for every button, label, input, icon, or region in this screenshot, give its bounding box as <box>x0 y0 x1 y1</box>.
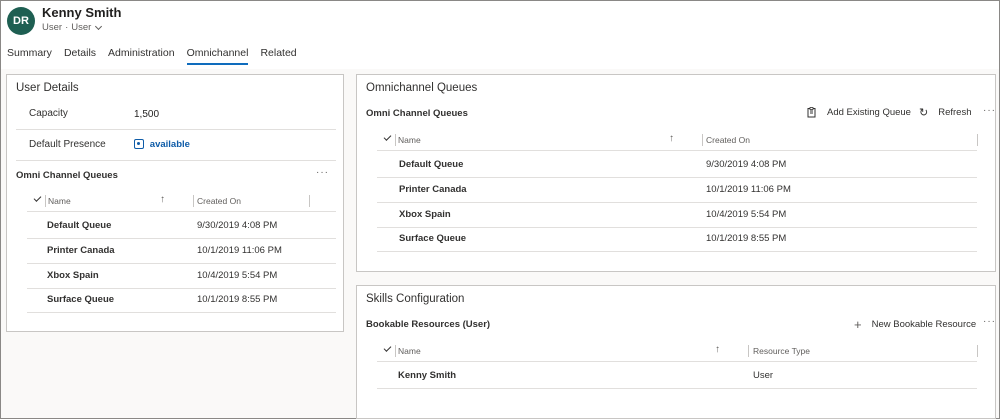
skills-configuration-card: Skills Configuration Bookable Resources … <box>356 285 996 419</box>
refresh-button[interactable]: ↻ Refresh <box>919 106 971 119</box>
form-selector-label[interactable]: User <box>71 22 91 33</box>
created-on-cell: 10/4/2019 5:54 PM <box>706 209 787 220</box>
divider <box>16 160 336 161</box>
tab-omnichannel[interactable]: Omnichannel <box>181 46 255 66</box>
column-header-created-on[interactable]: Created On <box>706 135 750 145</box>
queue-link[interactable]: Printer Canada <box>47 245 115 256</box>
created-on-cell: 9/30/2019 4:08 PM <box>197 220 278 231</box>
resource-type-cell: User <box>753 370 774 381</box>
row-divider <box>377 202 977 203</box>
more-options-icon[interactable]: ··· <box>983 105 996 116</box>
app-frame: DR Kenny Smith User · User Summary Detai… <box>0 0 1000 419</box>
presence-icon <box>134 139 144 150</box>
sort-ascending-icon[interactable]: ↑ <box>160 194 165 205</box>
more-options-icon[interactable]: ··· <box>316 167 329 178</box>
avatar: DR <box>7 7 35 35</box>
row-divider <box>377 177 977 178</box>
created-on-cell: 10/1/2019 8:55 PM <box>197 294 278 305</box>
capacity-label: Capacity <box>29 108 68 119</box>
queue-link[interactable]: Xbox Spain <box>399 209 451 220</box>
column-header-resource-type[interactable]: Resource Type <box>753 346 810 356</box>
refresh-label: Refresh <box>938 107 972 118</box>
row-divider <box>377 251 977 252</box>
row-divider <box>377 388 977 389</box>
column-header-created-on[interactable]: Created On <box>197 196 241 206</box>
queue-link[interactable]: Printer Canada <box>399 184 467 195</box>
capacity-value[interactable]: 1,500 <box>134 109 159 120</box>
default-presence-value[interactable]: available <box>134 139 190 150</box>
plus-icon: + <box>854 317 862 332</box>
record-title: Kenny Smith <box>42 5 122 20</box>
add-existing-queue-label: Add Existing Queue <box>827 107 911 118</box>
column-separator <box>702 134 703 146</box>
tab-bar: Summary Details Administration Omnichann… <box>1 46 303 66</box>
created-on-cell: 10/4/2019 5:54 PM <box>197 270 278 281</box>
tab-related[interactable]: Related <box>254 46 302 66</box>
add-existing-icon <box>807 107 816 118</box>
created-on-cell: 9/30/2019 4:08 PM <box>706 159 787 170</box>
sort-ascending-icon[interactable]: ↑ <box>669 133 674 144</box>
sort-ascending-icon[interactable]: ↑ <box>715 344 720 355</box>
queue-link[interactable]: Default Queue <box>47 220 111 231</box>
checkmark-icon[interactable] <box>33 194 42 202</box>
refresh-icon: ↻ <box>919 107 929 119</box>
column-header-name[interactable]: Name <box>398 135 421 145</box>
omnichannel-queues-title: Omnichannel Queues <box>366 82 478 94</box>
bookable-resource-link[interactable]: Kenny Smith <box>398 370 456 381</box>
header-divider <box>377 361 977 362</box>
created-on-cell: 10/1/2019 11:06 PM <box>197 245 282 256</box>
checkmark-icon[interactable] <box>383 344 392 352</box>
column-separator <box>45 195 46 207</box>
bookable-resources-subgrid-title: Bookable Resources (User) <box>366 319 491 330</box>
skills-configuration-title: Skills Configuration <box>366 293 465 305</box>
omnichannel-queues-card: Omnichannel Queues Omni Channel Queues A… <box>356 74 996 272</box>
record-header: DR Kenny Smith User · User Summary Detai… <box>1 1 999 69</box>
tab-administration[interactable]: Administration <box>102 46 181 66</box>
separator-dot: · <box>65 22 69 33</box>
default-presence-label: Default Presence <box>29 139 106 150</box>
column-separator <box>193 195 194 207</box>
column-separator <box>748 345 749 357</box>
record-subtitle[interactable]: User · User <box>42 22 103 33</box>
queue-link[interactable]: Default Queue <box>399 159 463 170</box>
entity-label: User <box>42 22 63 33</box>
queue-link[interactable]: Surface Queue <box>47 294 114 305</box>
created-on-cell: 10/1/2019 8:55 PM <box>706 233 787 244</box>
user-details-title: User Details <box>16 82 79 94</box>
chevron-down-icon[interactable] <box>95 22 103 30</box>
column-separator <box>977 134 978 146</box>
add-existing-queue-button[interactable]: Add Existing Queue <box>807 107 911 118</box>
more-options-icon[interactable]: ··· <box>983 316 996 327</box>
checkmark-icon[interactable] <box>383 133 392 141</box>
divider <box>16 129 336 130</box>
queue-link[interactable]: Xbox Spain <box>47 270 99 281</box>
queue-link[interactable]: Surface Queue <box>399 233 466 244</box>
row-divider <box>27 238 336 239</box>
row-divider <box>27 288 336 289</box>
created-on-cell: 10/1/2019 11:06 PM <box>706 184 791 195</box>
new-bookable-resource-button[interactable]: + New Bookable Resource <box>854 317 976 332</box>
column-separator <box>309 195 310 207</box>
user-details-card: User Details Capacity 1,500 Default Pres… <box>6 74 344 332</box>
column-header-name[interactable]: Name <box>398 346 421 356</box>
omni-queues-subgrid-title: Omni Channel Queues <box>366 108 468 119</box>
tab-summary[interactable]: Summary <box>1 46 58 66</box>
header-divider <box>377 150 977 151</box>
column-header-name[interactable]: Name <box>48 196 71 206</box>
tab-details[interactable]: Details <box>58 46 102 66</box>
row-divider <box>27 312 336 313</box>
row-divider <box>27 263 336 264</box>
column-separator <box>395 345 396 357</box>
row-divider <box>377 227 977 228</box>
column-separator <box>395 134 396 146</box>
header-divider <box>27 211 336 212</box>
column-separator <box>977 345 978 357</box>
omni-queues-subgrid-title: Omni Channel Queues <box>16 170 118 181</box>
new-bookable-resource-label: New Bookable Resource <box>871 319 977 330</box>
presence-link[interactable]: available <box>150 139 190 150</box>
